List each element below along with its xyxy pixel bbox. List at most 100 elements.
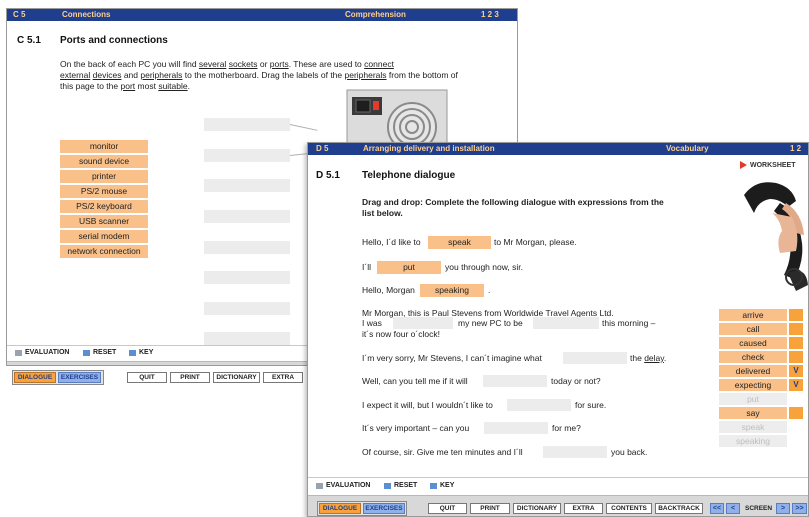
instruction-text: Drag and drop: Complete the following di… xyxy=(362,197,664,218)
previous-screen-button[interactable]: < xyxy=(726,503,740,514)
key-button[interactable]: KEY xyxy=(430,482,454,489)
key-button[interactable]: KEY xyxy=(129,349,153,356)
dialogue-text: I´m very sorry, Mr Stevens, I can´t imag… xyxy=(362,353,542,363)
word-speaking[interactable]: speaking xyxy=(719,435,787,447)
contents-button[interactable]: CONTENTS xyxy=(606,503,652,514)
dialogue-text: to Mr Morgan, please. xyxy=(494,237,577,247)
word-speak[interactable]: speak xyxy=(719,421,787,433)
evaluation-button[interactable]: EVALUATION xyxy=(15,349,69,356)
page-numbers[interactable]: 1 2 xyxy=(790,143,801,155)
word-arrive[interactable]: arrive xyxy=(719,309,787,321)
dialogue-text: the delay. xyxy=(630,353,667,363)
word-delivered[interactable]: delivered xyxy=(719,365,787,377)
reset-icon xyxy=(83,349,90,356)
backtrack-button[interactable]: BACKTRACK xyxy=(655,503,703,514)
label-printer[interactable]: printer xyxy=(60,170,148,183)
window-header: D 5 Arranging delivery and installation … xyxy=(308,143,808,155)
instruction-text: On the back of each PC you will find sev… xyxy=(60,59,458,91)
quit-button[interactable]: QUIT xyxy=(428,503,467,514)
gap-slot[interactable] xyxy=(483,375,547,387)
dialogue-text: I expect it will, but I wouldn´t like to xyxy=(362,400,493,410)
gap-slot[interactable] xyxy=(533,317,599,329)
drop-slot[interactable] xyxy=(204,271,290,284)
gap-slot[interactable] xyxy=(543,446,607,458)
section-topic: Connections xyxy=(62,10,111,19)
word-caused[interactable]: caused xyxy=(719,337,787,349)
dialogue-text: I was xyxy=(362,318,382,328)
evaluation-icon xyxy=(15,349,22,356)
key-icon xyxy=(129,349,136,356)
toolbar-separator xyxy=(308,477,808,478)
word-status xyxy=(789,407,803,419)
label-serial-modem[interactable]: serial modem xyxy=(60,230,148,243)
quit-button[interactable]: QUIT xyxy=(127,372,167,383)
word-status xyxy=(789,337,803,349)
print-button[interactable]: PRINT xyxy=(170,372,210,383)
word-say[interactable]: say xyxy=(719,407,787,419)
word-put[interactable]: put xyxy=(719,393,787,405)
section-topic: Arranging delivery and installation xyxy=(363,144,495,153)
evaluation-icon xyxy=(316,482,323,489)
word-call[interactable]: call xyxy=(719,323,787,335)
filled-gap-speak[interactable]: speak xyxy=(428,236,491,249)
gap-slot[interactable] xyxy=(507,399,571,411)
dialogue-text: . xyxy=(488,285,491,295)
evaluation-button[interactable]: EVALUATION xyxy=(316,482,370,489)
dialogue-text: my new PC to be xyxy=(458,318,523,328)
word-check[interactable]: check xyxy=(719,351,787,363)
dialogue-text: Hello, Morgan xyxy=(362,285,415,295)
dialogue-text: it´s now four o´clock! xyxy=(362,329,440,339)
gap-slot[interactable] xyxy=(563,352,627,364)
gap-slot[interactable] xyxy=(484,422,548,434)
exercises-button[interactable]: EXERCISES xyxy=(58,372,101,383)
exercise-type: Comprehension xyxy=(345,10,406,19)
page-numbers[interactable]: 1 2 3 xyxy=(481,9,499,21)
dialogue-text: Hello, I´d like to xyxy=(362,237,421,247)
exercise-type: Vocabulary xyxy=(666,144,709,153)
word-expecting[interactable]: expecting xyxy=(719,379,787,391)
dialogue-text: I´ll xyxy=(362,262,371,272)
connector-line xyxy=(289,124,318,131)
checkmark-v: V xyxy=(789,379,803,391)
section-code: C 5 xyxy=(13,10,26,19)
dialogue-text: Of course, sir. Give me ten minutes and … xyxy=(362,447,523,457)
drop-slot[interactable] xyxy=(204,210,290,223)
drop-slot[interactable] xyxy=(204,302,290,315)
label-ps2-keyboard[interactable]: PS/2 keyboard xyxy=(60,200,148,213)
exercises-button[interactable]: EXERCISES xyxy=(363,503,405,514)
reset-button[interactable]: RESET xyxy=(83,349,116,356)
exercise-number: C 5.1 xyxy=(17,35,41,46)
exercise-number: D 5.1 xyxy=(316,170,340,181)
label-ps2-mouse[interactable]: PS/2 mouse xyxy=(60,185,148,198)
first-screen-button[interactable]: << xyxy=(710,503,724,514)
worksheet-button[interactable]: WORKSHEET xyxy=(740,161,796,169)
gap-slot[interactable] xyxy=(393,317,453,329)
dictionary-button[interactable]: DICTIONARY xyxy=(213,372,260,383)
label-sound-device[interactable]: sound device xyxy=(60,155,148,168)
label-usb-scanner[interactable]: USB scanner xyxy=(60,215,148,228)
dialogue-text: you through now, sir. xyxy=(445,262,523,272)
key-icon xyxy=(430,482,437,489)
drop-slot[interactable] xyxy=(204,118,290,131)
label-monitor[interactable]: monitor xyxy=(60,140,148,153)
print-button[interactable]: PRINT xyxy=(470,503,510,514)
extra-button[interactable]: EXTRA xyxy=(263,372,303,383)
reset-button[interactable]: RESET xyxy=(384,482,417,489)
dialogue-text: for sure. xyxy=(575,400,607,410)
drop-slot[interactable] xyxy=(204,241,290,254)
filled-gap-put[interactable]: put xyxy=(377,261,441,274)
filled-gap-speaking[interactable]: speaking xyxy=(420,284,484,297)
word-status xyxy=(789,309,803,321)
last-screen-button[interactable]: >> xyxy=(792,503,807,514)
drop-slot[interactable] xyxy=(204,179,290,192)
drop-slot[interactable] xyxy=(204,332,290,345)
dictionary-button[interactable]: DICTIONARY xyxy=(513,503,561,514)
extra-button[interactable]: EXTRA xyxy=(564,503,603,514)
dialogue-text: It´s very important – can you xyxy=(362,423,470,433)
dialogue-button[interactable]: DIALOGUE xyxy=(14,372,56,383)
drop-slot[interactable] xyxy=(204,149,290,162)
dialogue-button[interactable]: DIALOGUE xyxy=(319,503,361,514)
word-status xyxy=(789,323,803,335)
label-network-connection[interactable]: network connection xyxy=(60,245,148,258)
next-screen-button[interactable]: > xyxy=(776,503,790,514)
